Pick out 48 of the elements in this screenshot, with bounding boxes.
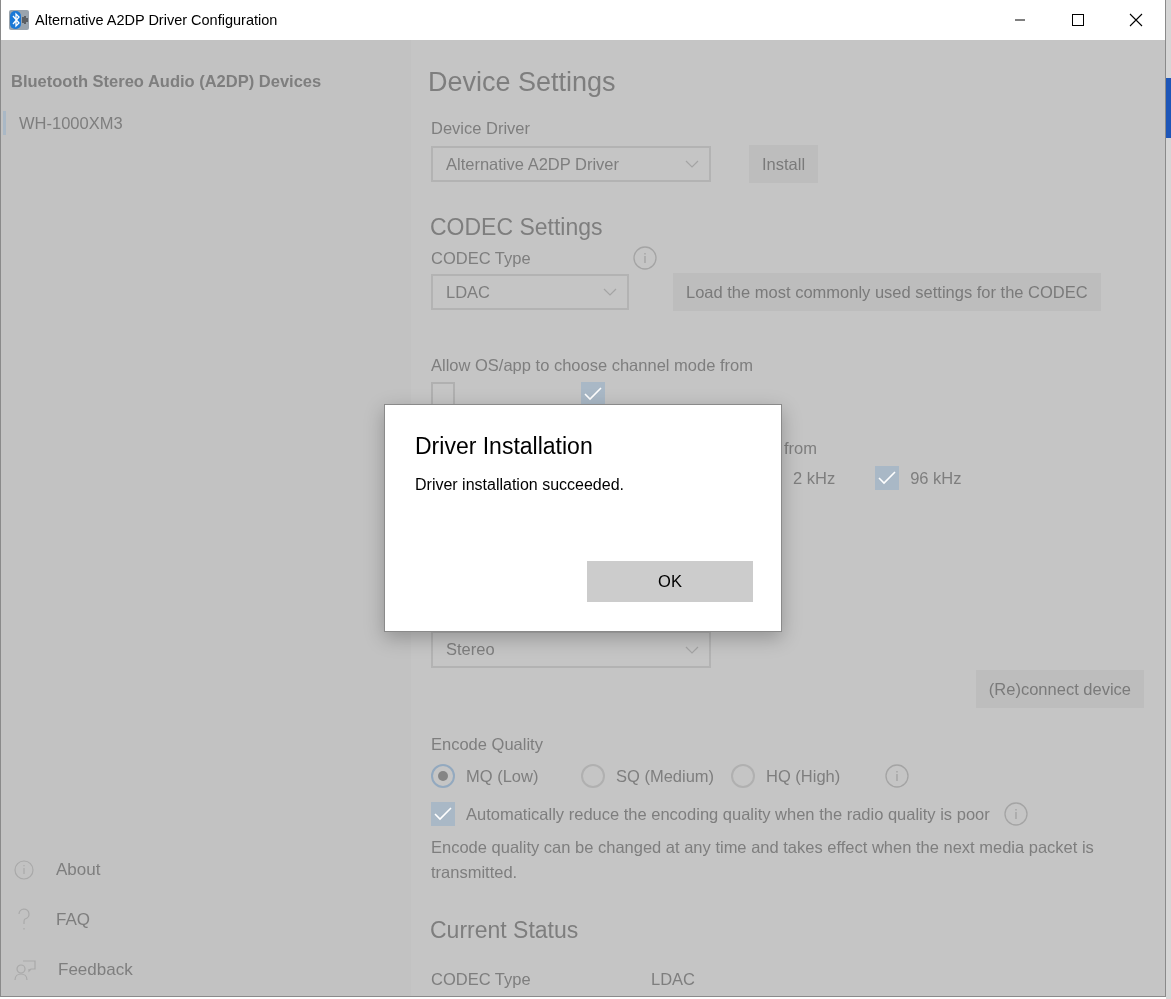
radio-button[interactable]: [431, 764, 455, 788]
close-icon: [1129, 13, 1143, 27]
info-icon[interactable]: [1003, 802, 1028, 826]
bluetooth-speaker-icon: [9, 10, 29, 30]
nav-item[interactable]: Feedback: [14, 956, 174, 984]
field-label: Encode Quality: [431, 734, 544, 754]
checkbox[interactable]: [581, 382, 605, 406]
option-label: 2 kHz: [793, 468, 836, 488]
chevron-down-icon: [603, 288, 617, 296]
nav-item[interactable]: FAQ: [14, 906, 174, 934]
window-title: Alternative A2DP Driver Configuration: [35, 12, 279, 28]
ok-button[interactable]: OK: [587, 561, 753, 602]
info-icon: [14, 860, 34, 880]
load-defaults-button[interactable]: Load the most commonly used settings for the CODEC: [673, 273, 1101, 311]
option-label: MQ (Low): [466, 766, 539, 786]
dialog-title: Driver Installation: [415, 433, 594, 460]
dialog-message: Driver installation succeeded.: [415, 476, 625, 494]
status-value: LDAC: [651, 970, 695, 990]
help-text: Encode quality can be changed at any time and takes effect when the next media packet is transmitted.: [431, 837, 1095, 883]
section-heading: Device Settings: [428, 66, 617, 98]
info-icon[interactable]: [885, 764, 909, 788]
option-label: Automatically reduce the encoding quality when the radio quality is poor: [466, 804, 990, 824]
chevron-down-icon: [685, 645, 699, 654]
field-label: Allow OS/app to choose channel mode from: [431, 355, 754, 375]
section-heading: Current Status: [430, 916, 580, 944]
section-heading: CODEC Settings: [430, 213, 604, 241]
checkbox[interactable]: [875, 466, 900, 490]
field-label: Device Driver: [431, 118, 532, 138]
install-button[interactable]: Install: [749, 145, 819, 183]
chevron-down-icon: [685, 160, 699, 168]
stereo-mode-dropdown[interactable]: Stereo: [431, 631, 711, 668]
info-icon[interactable]: [633, 246, 657, 270]
person-speech-icon: [14, 959, 36, 981]
reconnect-button[interactable]: (Re)connect device: [975, 670, 1144, 708]
field-label: CODEC Type: [431, 248, 532, 268]
driver-dropdown[interactable]: Alternative A2DP Driver: [431, 146, 711, 182]
device-item[interactable]: WH-1000XM3: [3, 111, 303, 135]
codec-dropdown[interactable]: LDAC: [431, 274, 629, 310]
option-label: 96 kHz: [910, 468, 962, 488]
option-label: HQ (High): [766, 766, 841, 786]
checkbox[interactable]: [431, 802, 455, 826]
option-label: SQ (Medium): [616, 766, 715, 786]
accent-bar: [1166, 78, 1171, 138]
maximize-icon: [1072, 14, 1084, 26]
nav-item[interactable]: About: [14, 856, 174, 884]
field-label: from: [784, 438, 817, 458]
sidebar-title: Bluetooth Stereo Audio (A2DP) Devices: [11, 72, 323, 91]
status-label: CODEC Type: [431, 970, 532, 990]
